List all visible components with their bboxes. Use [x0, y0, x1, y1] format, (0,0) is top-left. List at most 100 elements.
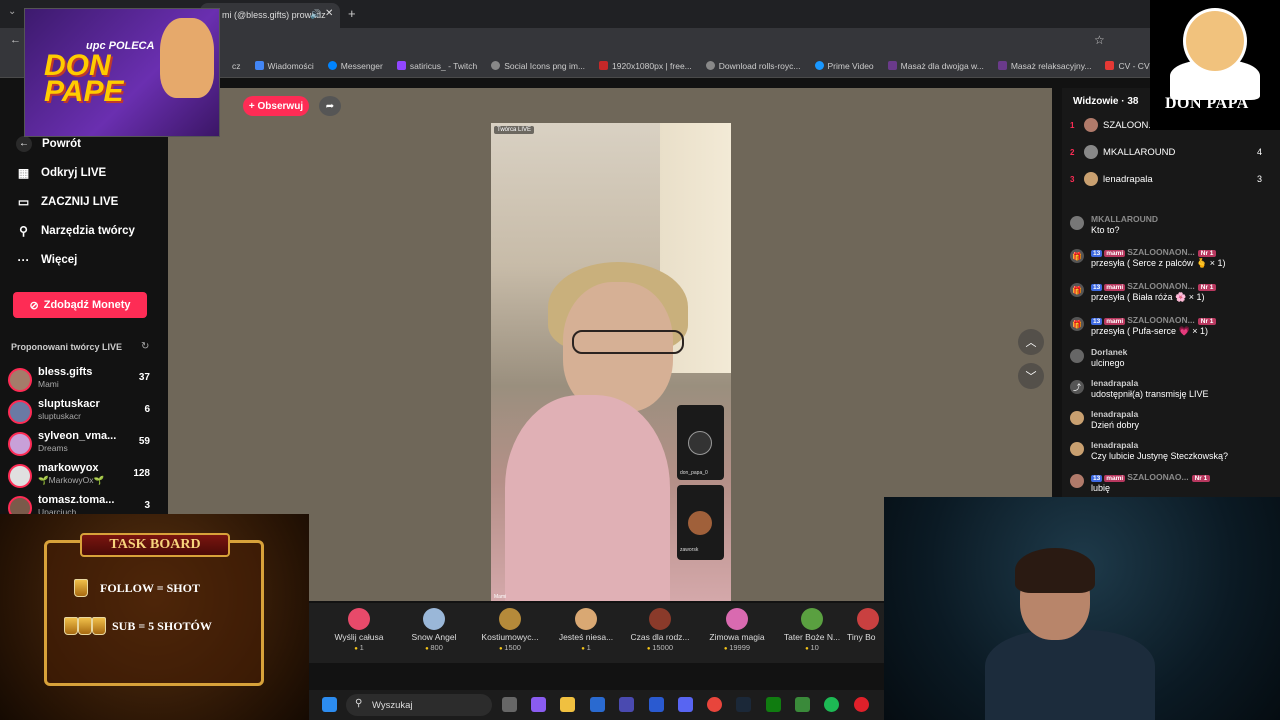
sidebar-item-creator-tools[interactable]: ⚲ Narzędzia twórcy: [0, 216, 168, 245]
back-arrow-icon: ←: [16, 135, 32, 152]
task-board-frame: [44, 540, 264, 686]
back-arrow-icon[interactable]: ←: [10, 34, 21, 46]
viewers-title: Widzowie · 38: [1073, 96, 1139, 107]
shot-glass-icon: [78, 617, 92, 635]
cv-icon: [1105, 61, 1115, 70]
guest-tile[interactable]: zaworsk: [677, 485, 724, 560]
chevron-down-icon: ﹀: [1025, 371, 1037, 383]
creator-item[interactable]: bless.gifts Mami 37: [8, 366, 160, 398]
shot-glass-icon: [64, 617, 78, 635]
avatar: [8, 368, 32, 392]
bookmark-item[interactable]: Download rolls-royc...: [705, 61, 801, 71]
task-rule: SUB = 5 SHOTÓW: [112, 619, 212, 633]
gift-item[interactable]: Tiny Bo: [847, 608, 883, 642]
avatar: [1070, 474, 1084, 488]
avatar: [1084, 145, 1098, 159]
gift-item[interactable]: Jesteś niesa...1: [553, 608, 619, 652]
gift-item[interactable]: Czas dla rodz...15000: [627, 608, 693, 652]
copilot-icon[interactable]: [531, 697, 546, 712]
taskbar-search[interactable]: ⚲ Wyszukaj: [346, 694, 492, 716]
bookmark-item[interactable]: Messenger: [327, 61, 383, 71]
coin-icon: ⊘: [29, 299, 39, 312]
creator-item[interactable]: sluptuskacr sluptuskacr 6: [8, 398, 160, 430]
prime-video-icon: [814, 61, 824, 70]
gift-item[interactable]: Zimowa magia19999: [704, 608, 770, 652]
gift-item[interactable]: Snow Angel800: [401, 608, 467, 652]
gift-bar: Wyślij całusa1 Snow Angel800 Kostiumowyc…: [309, 603, 884, 663]
gift-item[interactable]: Tater Boże N...10: [779, 608, 845, 652]
globe-icon: [705, 61, 715, 70]
task-view-icon[interactable]: [502, 697, 517, 712]
chat-message: Dorlanek ulcinego: [1070, 347, 1275, 373]
previous-stream-button[interactable]: ︿: [1018, 329, 1044, 355]
bookmark-item[interactable]: cz: [232, 61, 241, 71]
avatar: [1070, 349, 1084, 363]
bookmark-item[interactable]: CV - CV Maker: [1105, 61, 1150, 71]
spotify-icon[interactable]: [824, 697, 839, 712]
viewer-row[interactable]: 3 lenadrapala 3: [1070, 172, 1270, 192]
minecraft-icon[interactable]: [795, 697, 810, 712]
family-icon: [649, 608, 671, 630]
next-stream-button[interactable]: ﹀: [1018, 363, 1044, 389]
bookmark-icon: [997, 61, 1007, 70]
bookmark-item[interactable]: satiricus_ - Twitch: [396, 61, 477, 71]
gift-item[interactable]: Wyślij całusa1: [326, 608, 392, 652]
opera-icon[interactable]: [854, 697, 869, 712]
discord-icon[interactable]: [678, 697, 693, 712]
refresh-icon[interactable]: ↻: [141, 341, 149, 352]
chrome-icon[interactable]: [707, 697, 722, 712]
store-icon[interactable]: [590, 697, 605, 712]
chat-message: 🎁 13 mami SZALOONAON... Nr 1 przesyła ( Puf…: [1070, 315, 1275, 345]
creator-item[interactable]: markowyox 🌱MarkowyOx🌱 128: [8, 462, 160, 494]
bookmark-item[interactable]: Masaż relaksacyjny...: [997, 61, 1091, 71]
chevron-up-icon: ︿: [1025, 337, 1037, 349]
creator-item[interactable]: sylveon_vma... Dreams 59: [8, 430, 160, 462]
viewer-row[interactable]: 2 MKALLAROUND 4: [1070, 145, 1270, 165]
bookmark-item[interactable]: 1920x1080px | free...: [599, 61, 692, 71]
task-rule: FOLLOW = SHOT: [100, 581, 200, 595]
bookmark-item[interactable]: Wiadomości: [254, 61, 314, 71]
tater-icon: [801, 608, 823, 630]
video-robe: [505, 395, 670, 601]
gift-item[interactable]: Kostiumowyc...1500: [477, 608, 543, 652]
tab-list-icon[interactable]: ⌄: [8, 6, 16, 17]
launcher-icon[interactable]: [649, 697, 664, 712]
windows-start-icon[interactable]: [322, 697, 337, 712]
sidebar-item-discover[interactable]: ▦ Odkryj LIVE: [0, 158, 168, 187]
bookmark-item[interactable]: Social Icons png im...: [491, 61, 585, 71]
messenger-icon: [327, 61, 337, 70]
webcam-person-shirt: [985, 630, 1155, 720]
sidebar-item-start-live[interactable]: ▭ ZACZNIJ LIVE: [0, 187, 168, 216]
new-tab-icon[interactable]: +: [348, 6, 356, 21]
avatar: [1070, 411, 1084, 425]
avatar: [1084, 172, 1098, 186]
video-glasses: [572, 330, 684, 354]
steam-icon[interactable]: [736, 697, 751, 712]
winter-magic-icon: [726, 608, 748, 630]
share-icon[interactable]: ➦: [319, 96, 341, 116]
live-badge: Twórca LIVE: [494, 126, 535, 134]
bookmark-icon: [254, 61, 264, 70]
suggested-creators-title: Proponowani twórcy LIVE: [11, 342, 123, 352]
bookmark-item[interactable]: Prime Video: [814, 61, 874, 71]
guest-tile[interactable]: don_papa_0: [677, 405, 724, 480]
sidebar-item-more[interactable]: ··· Więcej: [0, 245, 168, 274]
chat-message: 🎁 13 mami SZALOONAON... Nr 1 przesyła ( Bia…: [1070, 281, 1275, 311]
follow-button[interactable]: + Obserwuj: [243, 96, 309, 116]
get-coins-button[interactable]: ⊘ Zdobądź Monety: [13, 292, 147, 318]
bookmark-icon: [599, 61, 609, 70]
bookmark-star-icon[interactable]: ☆: [1094, 33, 1105, 47]
browser-tab[interactable]: mi (@bless.gifts) prowadz 🔊 ✕: [200, 3, 340, 28]
logo-text: DON PAPA: [1165, 95, 1249, 112]
speaker-icon[interactable]: 🔊: [310, 9, 321, 20]
xbox-icon[interactable]: [766, 697, 781, 712]
folder-icon[interactable]: [560, 697, 575, 712]
video-icon: ▭: [17, 194, 30, 209]
app-icon[interactable]: [619, 697, 634, 712]
lightbulb-icon: ⚲: [19, 223, 28, 238]
bookmark-item[interactable]: Masaż dla dwojga w...: [887, 61, 984, 71]
logo-mascot-head: [1183, 8, 1247, 74]
chat-message: ⤴ lenadrapala udostępnił(a) transmisję L…: [1070, 378, 1275, 404]
close-icon[interactable]: ✕: [325, 8, 333, 19]
chat-message: lenadrapala Dzień dobry: [1070, 409, 1275, 435]
